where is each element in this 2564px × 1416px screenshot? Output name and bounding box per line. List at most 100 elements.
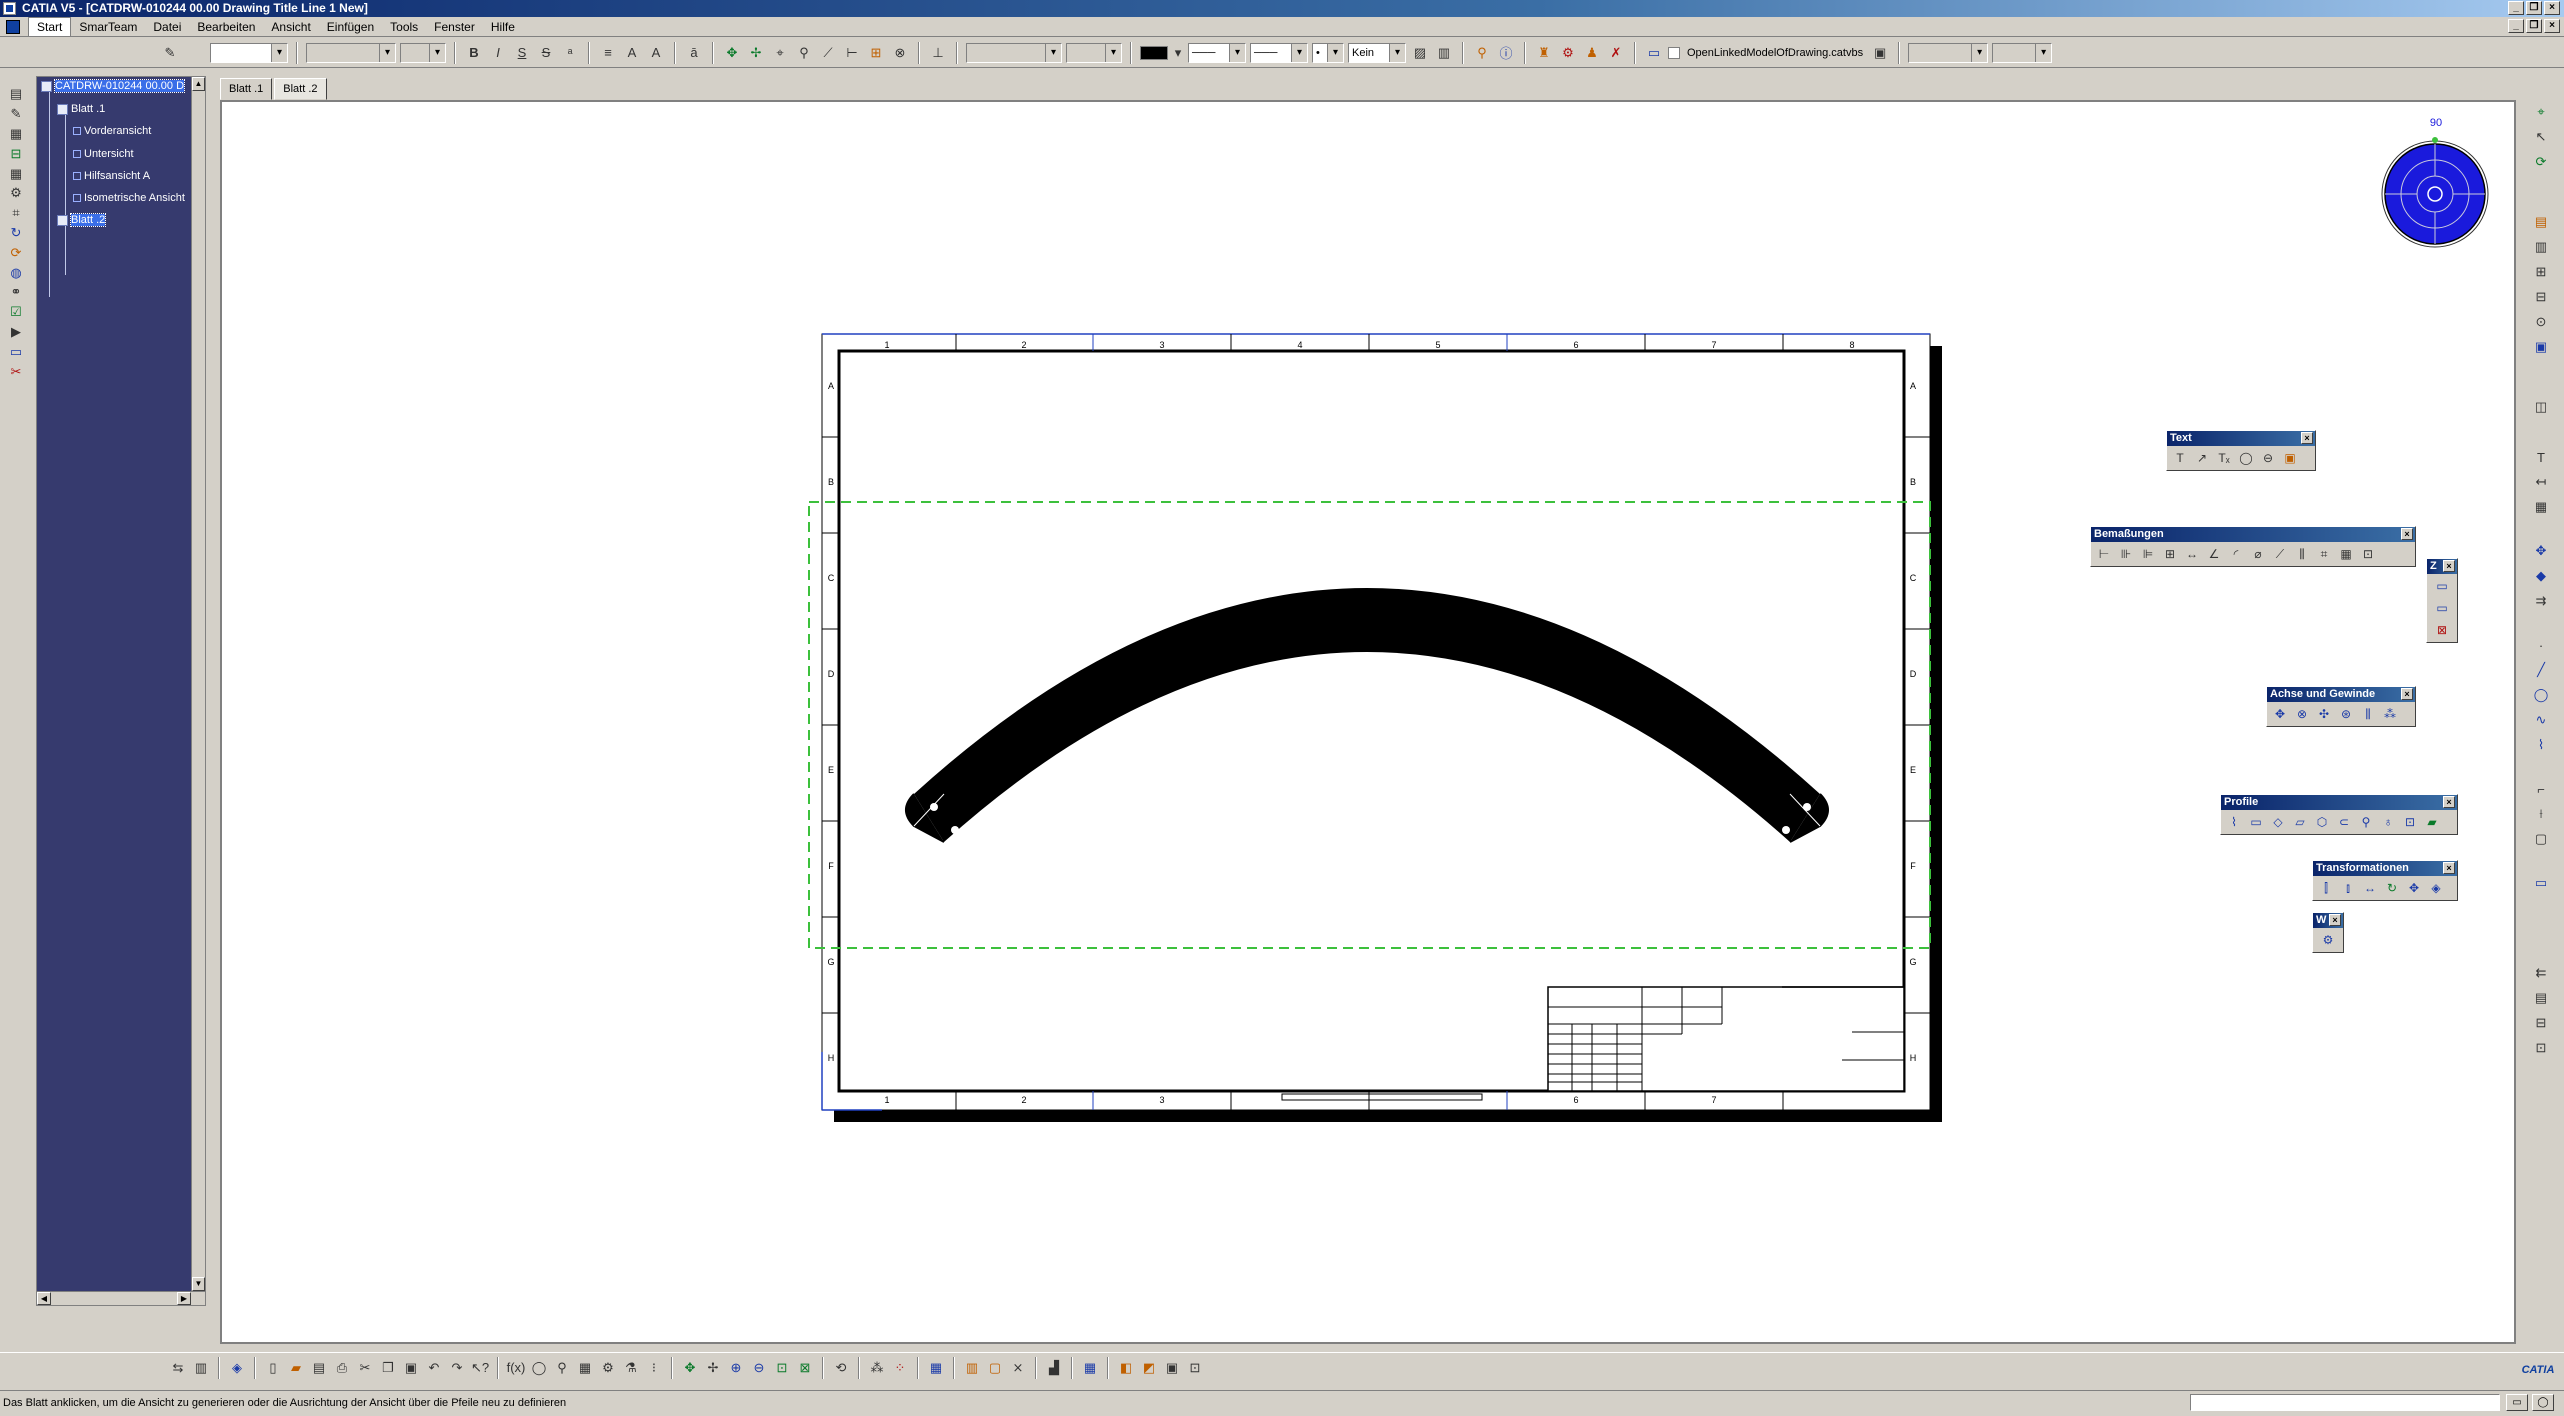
linked-model-run-icon[interactable]: ▣ [1870,43,1890,63]
underline-icon[interactable]: S [512,43,532,63]
undo-icon[interactable]: ↶ [424,1358,444,1378]
small-w-close-icon[interactable]: × [2329,914,2341,926]
spline-tool-icon[interactable]: ∿ [2530,710,2552,730]
table-edit-icon[interactable]: ▦ [575,1358,595,1378]
menu-start[interactable]: Start [28,16,72,37]
frame-icon[interactable]: A [622,43,642,63]
mirror-icon[interactable]: ⫿ [2316,878,2336,898]
axis-hole-icon[interactable]: ⁂ [2380,704,2400,724]
view-creation-icon[interactable]: ⌗ [5,205,27,222]
sketch-icon[interactable]: ⁂ [867,1358,887,1378]
diameter-dimension-icon[interactable]: ⌀ [2248,544,2268,564]
point-style-combo[interactable]: • [1312,42,1344,63]
close-button[interactable]: × [2544,1,2560,15]
angle-dimension-icon[interactable]: ∠ [2204,544,2224,564]
dimensions-toolbar[interactable]: Bemaßungen × ⊢ ⊪ ⊫ ⊞ ↔ ∠ ◜ ⌀ ⟋ ⫼ ⌗ ▦ ⊡ [2090,526,2416,567]
update-views-icon[interactable]: ⟳ [2530,152,2552,172]
view-manager-icon[interactable]: ◧ [1116,1358,1136,1378]
point-tool-icon[interactable]: · [2530,635,2552,655]
line-tool-icon[interactable]: ⟋ [818,43,838,63]
length-dimension-icon[interactable]: ↔ [2182,544,2202,564]
circle-tool-icon[interactable]: ◯ [2530,685,2552,705]
menu-ansicht[interactable]: Ansicht [263,18,318,36]
precision-combo[interactable] [1066,42,1122,63]
grid-icon[interactable]: ▦ [926,1358,946,1378]
table-text-icon[interactable]: ▣ [2280,448,2300,468]
constraint-icon[interactable]: ⌖ [770,43,790,63]
dress-up-icon[interactable]: ▭ [2530,873,2552,893]
small-z-close-icon[interactable]: × [2443,560,2455,572]
dimension-icon[interactable]: ⊢ [2094,544,2114,564]
thread-ref-icon[interactable]: ⊛ [2336,704,2356,724]
font-size-combo[interactable] [400,42,446,63]
corner-tool-icon[interactable]: ⌐ [2530,779,2552,799]
print-setup-icon[interactable]: ⇆ [168,1358,188,1378]
tree-sheet-2[interactable]: Blatt .2 [57,213,107,227]
axis-thread-close-icon[interactable]: × [2401,688,2413,700]
cumulated-dimension-icon[interactable]: ⊫ [2138,544,2158,564]
transformations-close-icon[interactable]: × [2443,862,2455,874]
area-fill-icon[interactable]: ◆ [2530,566,2552,586]
pointer-icon[interactable]: ↖ [2530,127,2552,147]
text-toolbar[interactable]: Text × T ↗ Tₓ ◯ ⊖ ▣ [2166,430,2316,471]
view-wizard-icon[interactable]: ▣ [2530,337,2552,357]
menu-smarteam[interactable]: SmarTeam [71,18,145,36]
dimension-tool-icon[interactable]: ⊢ [842,43,862,63]
scroll-right-icon[interactable]: ▶ [177,1292,191,1305]
compass-handle-icon[interactable] [2432,137,2438,143]
coordinate-dimension-icon[interactable]: ⌗ [2314,544,2334,564]
parallelogram-icon[interactable]: ▱ [2290,812,2310,832]
relimit-tool-icon[interactable]: ▢ [2530,829,2552,849]
menu-fenster[interactable]: Fenster [426,18,483,36]
tool-icon[interactable]: ✂ [5,363,27,380]
oriented-rectangle-icon[interactable]: ◇ [2268,812,2288,832]
linked-model-label[interactable]: OpenLinkedModelOfDrawing.catvbs [1684,47,1866,59]
formula-icon[interactable]: f(x) [506,1358,526,1378]
line-style-combo[interactable]: ─── [1250,42,1308,63]
detail-catalog-icon[interactable]: ⇇ [2530,963,2552,983]
snap-point-icon[interactable]: ✢ [746,43,766,63]
tolerance-combo[interactable] [966,42,1062,63]
transformations-toolbar[interactable]: Transformationen × ⫿ ⫾ ↔ ↻ ✥ ◈ [2312,860,2458,901]
sheet-properties-icon[interactable]: ✎ [160,43,180,63]
weld-icon[interactable]: ⚙ [2318,930,2338,950]
page-setup-icon[interactable]: ▤ [5,86,27,103]
comment-icon[interactable]: ◯ [529,1358,549,1378]
hatch-icon[interactable]: ▨ [1410,43,1430,63]
anchor-icon[interactable]: A [646,43,666,63]
zoom-out-icon[interactable]: ⊖ [749,1358,769,1378]
axis-line-icon[interactable]: ⫼ [2358,704,2378,724]
tree-view-auxiliary[interactable]: Hilfsansicht A [73,170,150,182]
section-view-icon[interactable]: ⊟ [2530,287,2552,307]
frame-rect-icon[interactable]: ▭ [2432,576,2452,596]
knowledge-icon[interactable]: ⚙ [598,1358,618,1378]
table-icon[interactable]: ▦ [5,165,27,182]
dimension-format-icon[interactable]: ⊥ [928,43,948,63]
font-combo[interactable] [306,42,396,63]
menu-datei[interactable]: Datei [145,18,189,36]
front-view-tool-icon[interactable]: ⊞ [2530,262,2552,282]
color-dropdown-icon[interactable]: ▾ [1172,43,1184,63]
open-file-icon[interactable]: ▰ [286,1358,306,1378]
fit-all-icon[interactable]: ✥ [680,1358,700,1378]
pattern-icon[interactable]: ▥ [1434,43,1454,63]
pattern-combo[interactable]: Kein [1348,42,1406,63]
sheet-edit-icon[interactable]: ✎ [5,106,27,123]
profile-icon[interactable]: ⌇ [2224,812,2244,832]
layer-combo[interactable] [1908,42,1989,63]
stacked-dimension-icon[interactable]: ⊞ [2160,544,2180,564]
tab-sheet-2[interactable]: Blatt .2 [274,78,327,100]
rectangle-icon[interactable]: ▭ [2246,812,2266,832]
macro-icon-4[interactable]: ✗ [1606,43,1626,63]
datum-target-icon[interactable]: ⊖ [2258,448,2278,468]
axis-tool-icon[interactable]: ✥ [2530,541,2552,561]
select-icon[interactable]: ⌖ [2530,102,2552,122]
title-block[interactable] [1547,986,1905,1092]
window-icon[interactable]: ▭ [5,343,27,360]
macro-icon-1[interactable]: ♜ [1534,43,1554,63]
clipping-view-icon[interactable]: ◫ [2530,397,2552,417]
sheet-manager-icon[interactable]: ◩ [1139,1358,1159,1378]
cut-icon[interactable]: ✂ [355,1358,375,1378]
compass-widget[interactable]: 90 [2380,116,2490,256]
center-line-ref-icon[interactable]: ⊗ [2292,704,2312,724]
